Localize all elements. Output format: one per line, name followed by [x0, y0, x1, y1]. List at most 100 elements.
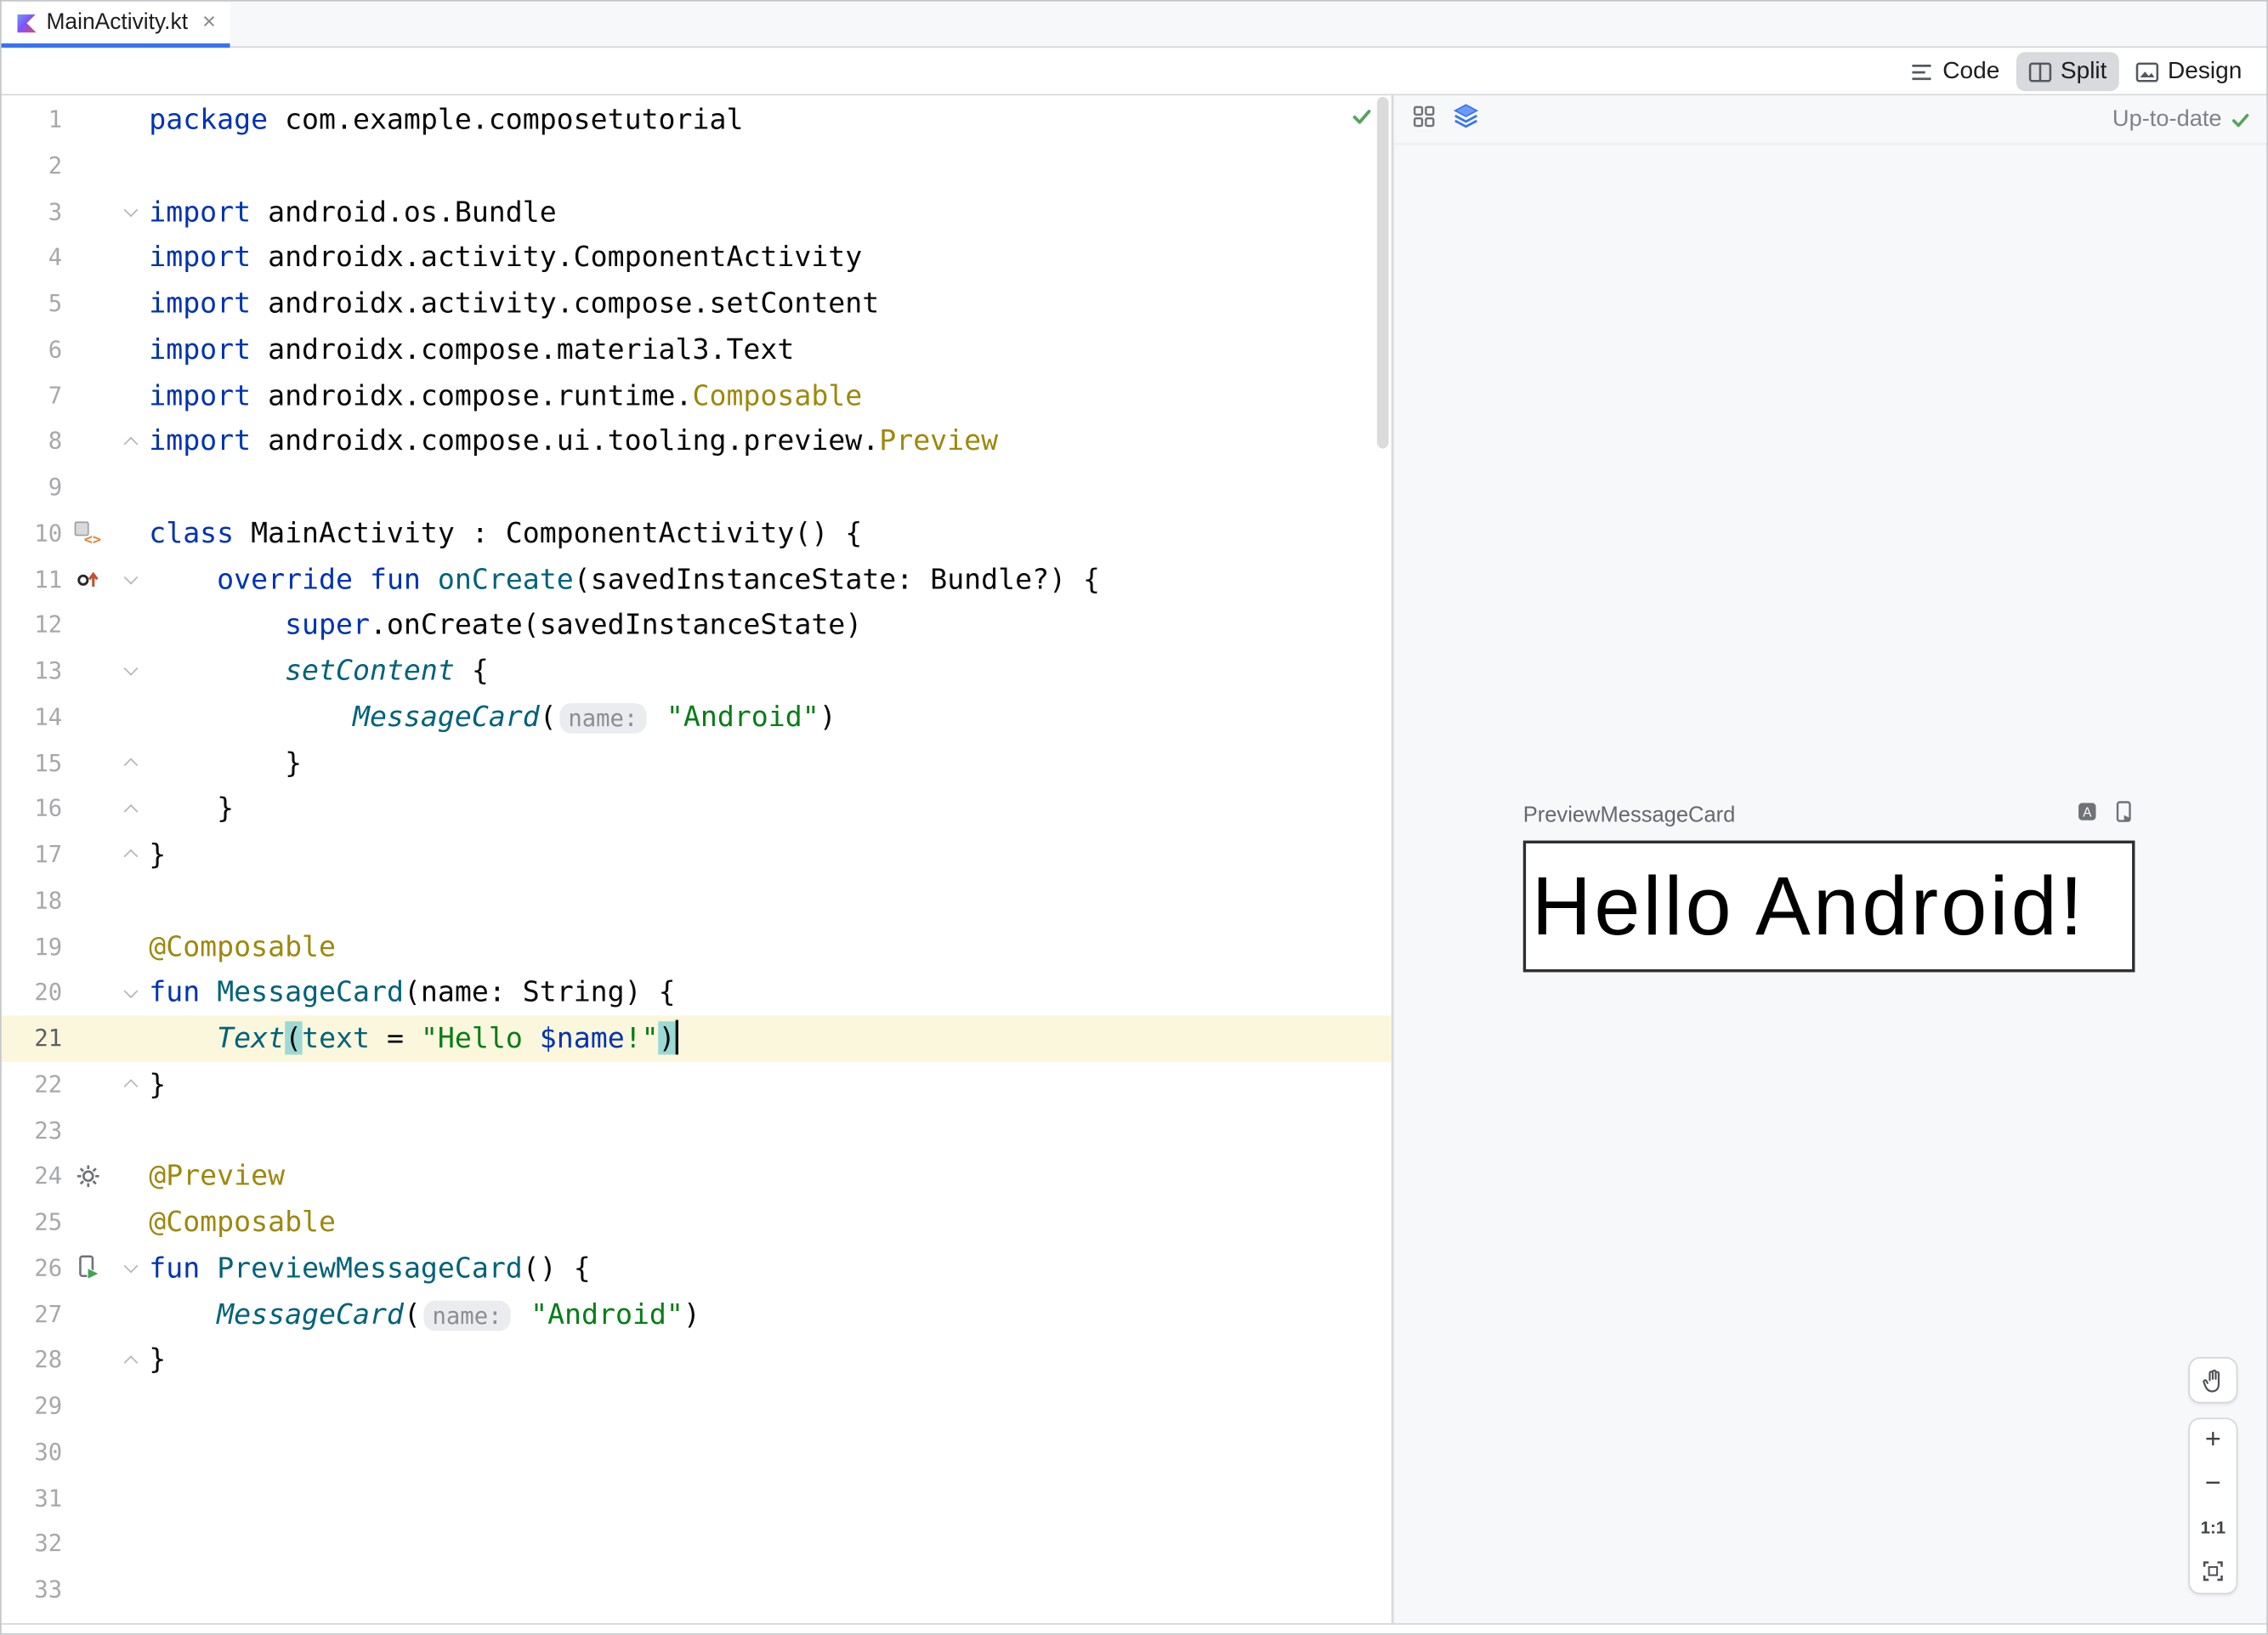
interactive-preview-icon[interactable]: A — [2076, 799, 2099, 830]
fold-marker-icon[interactable] — [111, 1061, 149, 1107]
code-editor[interactable]: 1 package com.example.composetutorial 2 3 im… — [0, 95, 1393, 1624]
mode-code-button[interactable]: Code — [1898, 52, 2011, 91]
preview-render-box[interactable]: Hello Android! — [1522, 840, 2135, 973]
code-text: fun MessageCard(name: String) { — [149, 975, 676, 1009]
code-line[interactable]: 25 @Composable — [0, 1200, 1392, 1246]
code-line[interactable]: 9 — [0, 464, 1392, 510]
code-line[interactable]: 22} — [0, 1061, 1392, 1107]
fold-marker-slot — [111, 1567, 149, 1613]
fold-marker-icon[interactable] — [111, 740, 149, 786]
fold-marker-icon[interactable] — [111, 418, 149, 464]
tab-mainactivity[interactable]: MainActivity.kt × — [0, 0, 231, 48]
code-line[interactable]: 6 import androidx.compose.material3.Text — [0, 326, 1392, 372]
code-line[interactable]: 21 Text(text = "Hello $name!") — [0, 1015, 1392, 1062]
line-number: 13 — [34, 656, 63, 684]
code-line[interactable]: 13 setContent { — [0, 648, 1392, 694]
code-line[interactable]: 5 import androidx.activity.compose.setCon… — [0, 281, 1392, 326]
code-line[interactable]: 11 override fun onCreate(savedInstanceSt… — [0, 556, 1392, 602]
gutter-icon-slot — [65, 235, 111, 281]
preview-card-header: PreviewMessageCard A — [1523, 800, 2135, 829]
code-line[interactable]: 16 } — [0, 786, 1392, 832]
fold-marker-icon[interactable] — [111, 556, 149, 602]
code-line[interactable]: 2 — [0, 143, 1392, 189]
line-number: 2 — [48, 151, 63, 179]
code-line[interactable]: 14 MessageCard(name: "Android") — [0, 694, 1392, 740]
code-line[interactable]: 10 <> class MainActivity : ComponentActivi… — [0, 510, 1392, 556]
code-line[interactable]: 7 import androidx.compose.runtime.Composa… — [0, 372, 1392, 418]
code-text: import androidx.compose.material3.Text — [149, 332, 795, 366]
gutter-icon-slot — [65, 740, 111, 786]
code-line[interactable]: 12 super.onCreate(savedInstanceState) — [0, 602, 1392, 648]
run-on-device-icon[interactable] — [2112, 799, 2135, 830]
code-line[interactable]: 17} — [0, 832, 1392, 877]
gutter-icon-slot — [65, 418, 111, 464]
line-number: 23 — [34, 1116, 63, 1144]
fold-marker-icon[interactable] — [111, 969, 149, 1015]
zoom-to-fit-button[interactable] — [2190, 1549, 2237, 1593]
gear-gutter-icon[interactable] — [65, 1154, 111, 1200]
run-preview-gutter-icon[interactable] — [65, 1246, 111, 1292]
code-line[interactable]: 27 MessageCard(name: "Android") — [0, 1292, 1392, 1337]
fold-marker-slot — [111, 694, 149, 740]
code-line[interactable]: 4 import androidx.activity.ComponentActiv… — [0, 235, 1392, 281]
gutter-icon-slot — [65, 602, 111, 648]
class-gutter-icon[interactable]: <> — [65, 510, 111, 556]
code-text: override fun onCreate(savedInstanceState… — [217, 562, 1101, 596]
mode-split-button[interactable]: Split — [2016, 52, 2119, 92]
code-line[interactable]: 31 — [0, 1475, 1392, 1521]
code-line[interactable]: 26 fun PreviewMessageCard() { — [0, 1246, 1392, 1292]
fold-marker-icon[interactable] — [111, 832, 149, 877]
fold-marker-icon[interactable] — [111, 786, 149, 832]
code-line[interactable]: 3 import android.os.Bundle — [0, 189, 1392, 235]
code-text: } — [149, 1067, 167, 1101]
svg-text:A: A — [2083, 805, 2092, 820]
gutter-icon-slot — [65, 1383, 111, 1429]
gallery-view-icon[interactable] — [1412, 104, 1437, 135]
code-line[interactable]: 32 — [0, 1521, 1392, 1567]
fold-marker-slot — [111, 372, 149, 418]
code-line[interactable]: 1 package com.example.composetutorial — [0, 97, 1392, 143]
code-line[interactable]: 15 } — [0, 740, 1392, 786]
fold-marker-icon[interactable] — [111, 648, 149, 694]
line-number: 32 — [34, 1529, 63, 1558]
inspection-ok-check-icon[interactable] — [1351, 105, 1373, 134]
code-line[interactable]: 30 — [0, 1429, 1392, 1475]
fold-marker-icon[interactable] — [111, 1337, 149, 1383]
svg-text:<>: <> — [84, 531, 101, 546]
pan-tool-button[interactable] — [2188, 1357, 2238, 1404]
gutter-icon-slot — [65, 832, 111, 877]
fold-marker-icon[interactable] — [111, 189, 149, 235]
layers-icon[interactable] — [1452, 103, 1479, 136]
fold-marker-icon[interactable] — [111, 1246, 149, 1292]
main-split-area: 1 package com.example.composetutorial 2 3 im… — [0, 95, 2268, 1624]
close-icon[interactable]: × — [202, 11, 216, 35]
code-line[interactable]: 23 — [0, 1108, 1392, 1154]
gutter-icon-slot — [65, 923, 111, 969]
code-line[interactable]: 29 — [0, 1383, 1392, 1429]
code-line[interactable]: 28} — [0, 1337, 1392, 1383]
code-line[interactable]: 24 @Preview — [0, 1154, 1392, 1200]
preview-status: Up-to-date — [2112, 106, 2251, 133]
gutter-icon-slot — [65, 1200, 111, 1246]
gutter-icon-slot — [65, 1567, 111, 1613]
line-number: 18 — [34, 886, 63, 914]
code-line[interactable]: 33 — [0, 1567, 1392, 1613]
zoom-out-button[interactable]: − — [2190, 1462, 2237, 1507]
editor-scrollbar[interactable] — [1376, 97, 1389, 449]
code-line[interactable]: 20 fun MessageCard(name: String) { — [0, 969, 1392, 1015]
zoom-actual-size-button[interactable]: 1:1 — [2190, 1506, 2237, 1550]
override-gutter-icon[interactable] — [65, 556, 111, 602]
code-text: package com.example.composetutorial — [149, 102, 744, 136]
compose-preview-pane: Up-to-date PreviewMessageCard A Hello An… — [1392, 95, 2268, 1624]
text-cursor — [675, 1019, 679, 1055]
mode-design-button[interactable]: Design — [2123, 52, 2254, 91]
window-bottom-edge — [0, 1623, 2268, 1635]
parameter-hint-chip: name: — [423, 1299, 511, 1331]
code-line[interactable]: 8 import androidx.compose.ui.tooling.prev… — [0, 418, 1392, 464]
zoom-in-button[interactable]: + — [2190, 1419, 2237, 1463]
preview-toolbar: Up-to-date — [1394, 95, 2268, 145]
up-to-date-check-icon — [2231, 113, 2249, 127]
code-line[interactable]: 19 @Composable — [0, 923, 1392, 969]
code-line[interactable]: 34 — [0, 1613, 1392, 1623]
code-line[interactable]: 18 — [0, 877, 1392, 923]
